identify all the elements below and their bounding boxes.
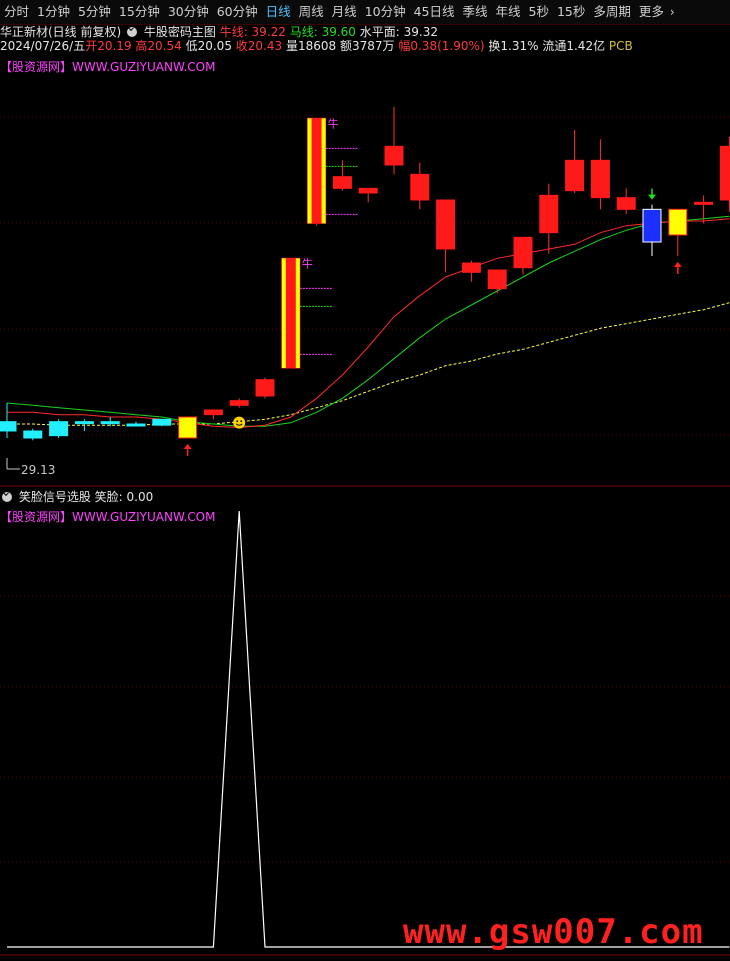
signal-line: [7, 510, 730, 948]
candle-body: [229, 400, 249, 406]
ma-red-line: [7, 218, 730, 429]
candle-body: [487, 269, 507, 290]
stock-chart[interactable]: 牛牛29.13: [0, 0, 730, 961]
candle-body: [332, 176, 352, 189]
candle-body: [461, 262, 481, 273]
candle-body: [100, 421, 120, 425]
candle-body: [539, 194, 559, 234]
candle-body: [384, 145, 404, 166]
candle-inner: [311, 120, 322, 222]
candle-body: [694, 201, 714, 205]
signal-arrow-up-icon: [183, 444, 192, 449]
bull-mark: 牛: [302, 256, 313, 270]
ma-yellow-line: [7, 302, 730, 426]
smile-icon: [233, 416, 246, 429]
candle-body: [410, 173, 430, 201]
candle-edge: [295, 258, 300, 368]
smile-icon: [236, 420, 239, 423]
candle-body: [126, 423, 146, 427]
candle-body: [616, 197, 636, 210]
candle-body: [513, 236, 533, 269]
candle-body: [203, 409, 223, 416]
candle-body: [178, 416, 198, 439]
low-marker-label: 29.13: [21, 463, 55, 477]
candle-body: [436, 199, 456, 250]
candle-edge: [307, 118, 312, 224]
candle-body: [0, 421, 17, 432]
candle-edge: [281, 258, 286, 368]
candle-body: [565, 159, 585, 192]
candle-inner: [285, 260, 296, 366]
candle-body: [590, 159, 610, 199]
candle-body: [255, 379, 275, 397]
ma-green-line: [6, 215, 730, 427]
watermark: www.gsw007.com: [403, 912, 704, 952]
candle-body: [49, 421, 69, 437]
candle-body: [719, 145, 730, 201]
candle-body: [668, 208, 688, 236]
candle-body: [74, 421, 94, 425]
candle-body: [358, 187, 378, 194]
smile-icon: [240, 420, 243, 423]
candle-body: [23, 430, 43, 439]
candle-body: [642, 208, 662, 243]
candle-edge: [321, 118, 326, 224]
signal-arrow-up-icon: [673, 262, 682, 267]
candle-body: [152, 418, 172, 426]
signal-arrow-down-icon: [648, 194, 656, 200]
bull-mark: 牛: [328, 116, 339, 130]
